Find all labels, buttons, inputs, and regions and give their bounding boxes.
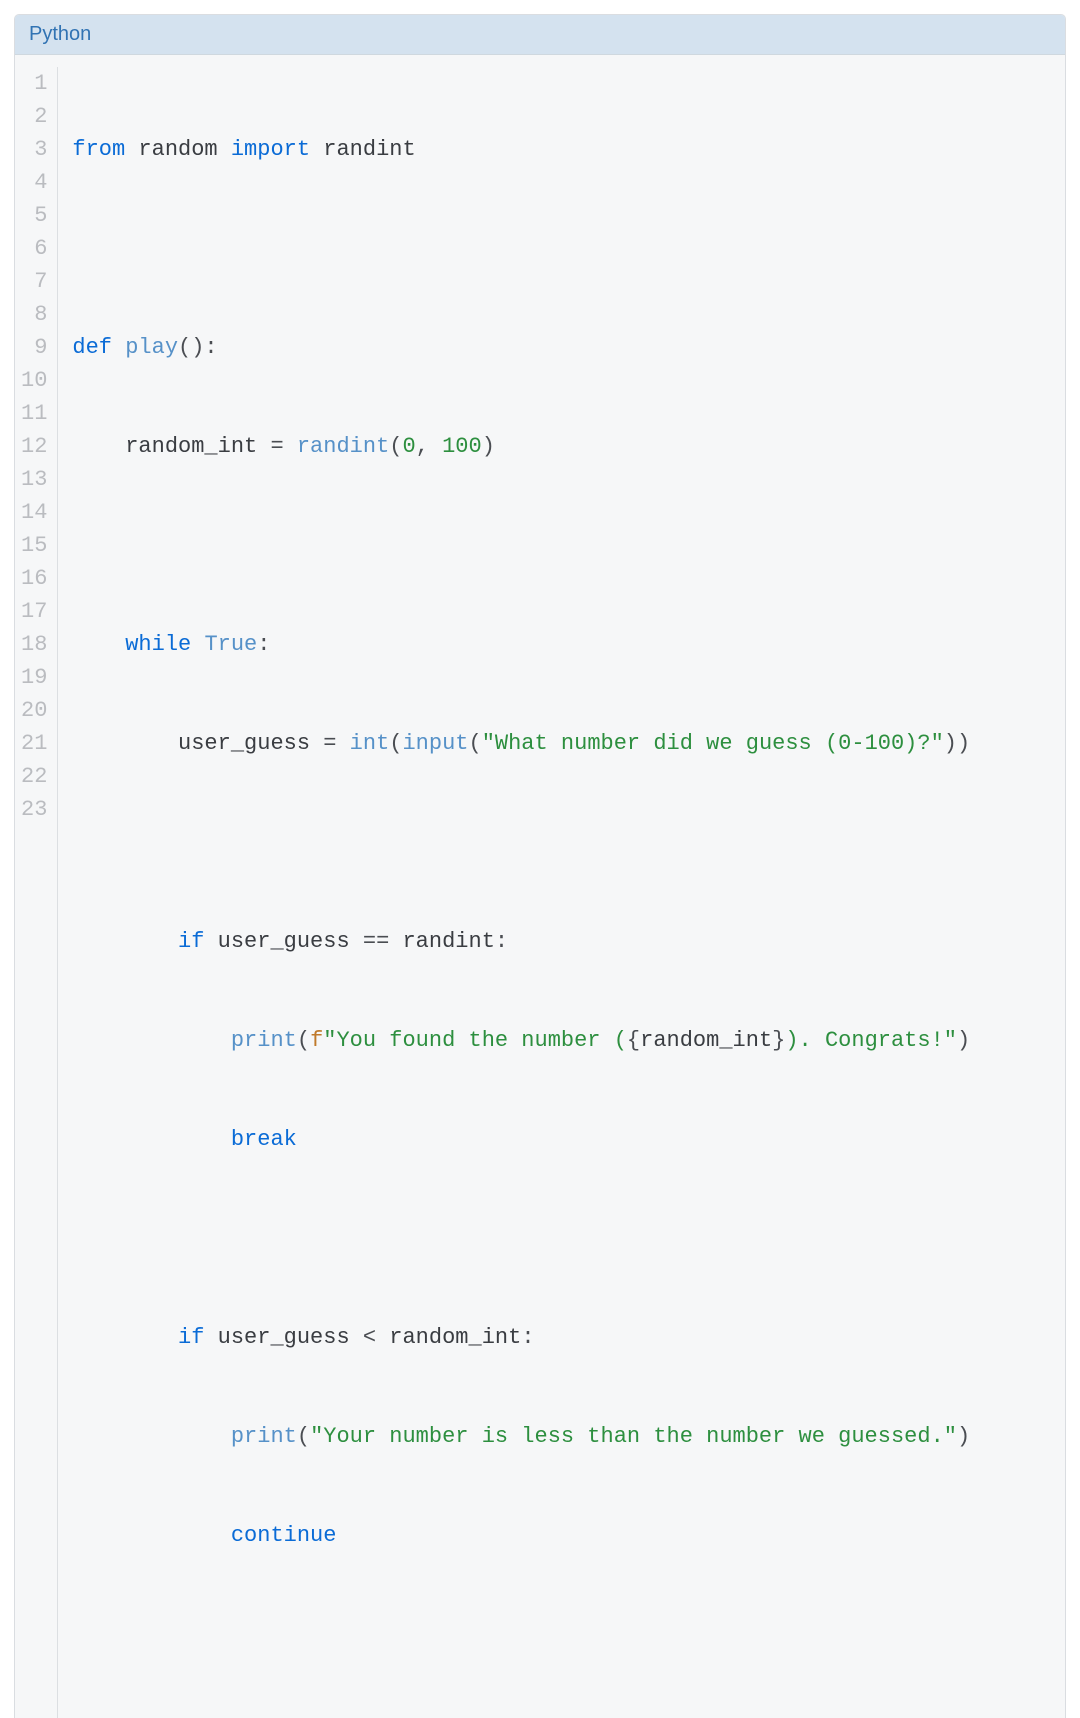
brace: { [627,1028,640,1053]
code-header: Python [15,15,1065,55]
identifier: randint [323,137,415,162]
line-number: 21 [21,727,47,760]
code-line [72,1222,970,1255]
line-number: 16 [21,562,47,595]
function-name: play [125,335,178,360]
code-line: print("Your number is less than the numb… [72,1420,970,1453]
line-number: 11 [21,397,47,430]
code-line [72,529,970,562]
line-number: 19 [21,661,47,694]
code-block: Python 1 2 3 4 5 6 7 8 9 10 11 12 13 14 … [14,14,1066,1718]
identifier: user_guess [218,1325,350,1350]
builtin: print [231,1424,297,1449]
punctuation: : [521,1325,534,1350]
code-line: if user_guess < random_int: [72,1321,970,1354]
line-number: 7 [21,265,47,298]
identifier: random_int [640,1028,772,1053]
punctuation: )) [944,731,970,756]
keyword: def [72,335,112,360]
code-line: while True: [72,628,970,661]
identifier: random_int [125,434,257,459]
punctuation: , [416,434,429,459]
punctuation: ( [389,731,402,756]
punctuation: ) [482,434,495,459]
identifier: random_int [389,1325,521,1350]
line-number: 6 [21,232,47,265]
keyword: import [231,137,310,162]
punctuation: ( [469,731,482,756]
builtin: input [402,731,468,756]
code-line: print(f"You found the number ({random_in… [72,1024,970,1057]
line-number: 15 [21,529,47,562]
operator: = [270,434,283,459]
code-line: if user_guess == randint: [72,925,970,958]
identifier: randint [402,929,494,954]
builtin: int [350,731,390,756]
punctuation: ) [957,1028,970,1053]
keyword: if [178,929,204,954]
code-line [72,1618,970,1651]
fstring-prefix: f [310,1028,323,1053]
line-number: 8 [21,298,47,331]
string: "You found the number ( [323,1028,627,1053]
code-line: from random import randint [72,133,970,166]
module-name: random [138,137,217,162]
code-line [72,232,970,265]
keyword: if [178,1325,204,1350]
keyword: break [231,1127,297,1152]
line-number: 23 [21,793,47,826]
number: 100 [442,434,482,459]
language-label: Python [29,23,91,45]
operator: == [363,929,389,954]
code-line: def play(): [72,331,970,364]
keyword: from [72,137,125,162]
punctuation: ( [297,1028,310,1053]
line-number: 5 [21,199,47,232]
code-line: continue [72,1519,970,1552]
code-line: break [72,1123,970,1156]
string: "Your number is less than the number we … [310,1424,957,1449]
keyword: while [125,632,191,657]
string: ). Congrats!" [785,1028,957,1053]
builtin: print [231,1028,297,1053]
code-content: from random import randint def play(): r… [58,67,984,1718]
line-number: 22 [21,760,47,793]
operator: = [323,731,336,756]
line-number: 4 [21,166,47,199]
line-number: 18 [21,628,47,661]
builtin: randint [297,434,389,459]
punctuation: : [495,929,508,954]
line-number: 3 [21,133,47,166]
punctuation: ( [389,434,402,459]
punctuation: ) [957,1424,970,1449]
code-line: random_int = randint(0, 100) [72,430,970,463]
code-line: user_guess = int(input("What number did … [72,727,970,760]
keyword: continue [231,1523,337,1548]
line-number: 13 [21,463,47,496]
line-number: 9 [21,331,47,364]
operator: < [363,1325,376,1350]
line-number: 17 [21,595,47,628]
line-number: 12 [21,430,47,463]
line-number: 1 [21,67,47,100]
identifier: user_guess [218,929,350,954]
code-line [72,826,970,859]
punctuation: ( [297,1424,310,1449]
punctuation: : [257,632,270,657]
code-body: 1 2 3 4 5 6 7 8 9 10 11 12 13 14 15 16 1… [15,55,1065,1718]
string: "What number did we guess (0-100)?" [482,731,944,756]
builtin: True [204,632,257,657]
punctuation: (): [178,335,218,360]
line-number: 2 [21,100,47,133]
line-number-gutter: 1 2 3 4 5 6 7 8 9 10 11 12 13 14 15 16 1… [15,67,58,1718]
number: 0 [402,434,415,459]
line-number: 10 [21,364,47,397]
code-line: if user_guess > random_int: [72,1717,970,1718]
line-number: 20 [21,694,47,727]
line-number: 14 [21,496,47,529]
brace: } [772,1028,785,1053]
identifier: user_guess [178,731,310,756]
